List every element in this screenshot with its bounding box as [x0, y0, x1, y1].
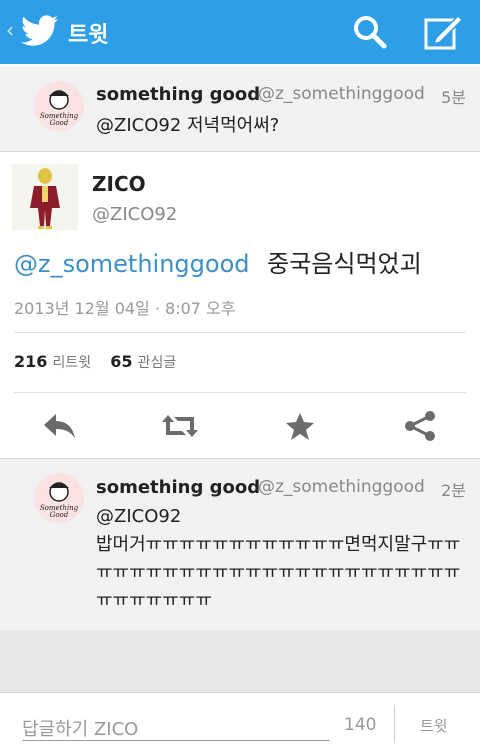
- favorite-label[interactable]: 관심글: [138, 355, 177, 371]
- author-handle: @ZICO92: [92, 204, 178, 225]
- compose-icon[interactable]: [422, 12, 464, 52]
- reply-button[interactable]: [40, 408, 80, 444]
- search-icon[interactable]: [350, 12, 390, 52]
- retweet-button[interactable]: [160, 408, 200, 444]
- author-handle: @z_somethinggood: [258, 477, 425, 497]
- divider: [14, 332, 466, 333]
- retweet-label[interactable]: 리트윗: [53, 355, 92, 371]
- character-count: 140: [344, 715, 377, 735]
- author-name[interactable]: something good: [96, 84, 260, 105]
- svg-text:Good: Good: [50, 511, 69, 519]
- tweet-time: 5분: [441, 88, 466, 107]
- tweet-stats: 216 리트윗 65 관심글: [14, 352, 190, 372]
- tweet-text: @z_somethinggood 중국음식먹었괴: [14, 244, 422, 279]
- twitter-bird-icon[interactable]: [20, 13, 60, 49]
- avatar[interactable]: Something Good: [34, 473, 84, 523]
- retweet-icon: [162, 415, 198, 437]
- star-icon: [286, 413, 314, 440]
- page-title: 트윗: [68, 23, 109, 48]
- share-icon: [405, 411, 435, 441]
- share-button[interactable]: [400, 408, 440, 444]
- tweet-body-text: 중국음식먹었괴: [267, 250, 422, 278]
- tweet-time: 2분: [441, 481, 466, 500]
- mention-link[interactable]: @z_somethinggood: [14, 250, 250, 278]
- divider: [14, 392, 466, 393]
- action-bar: [0, 404, 480, 448]
- reply-bar: 답글하기 ZICO 140 트윗: [0, 692, 480, 756]
- avatar[interactable]: [12, 164, 78, 230]
- top-app-bar: ‹ 트윗: [0, 0, 480, 64]
- tweet-send-button[interactable]: 트윗: [420, 715, 448, 736]
- favorite-button[interactable]: [280, 408, 320, 444]
- reply-icon: [44, 414, 75, 438]
- avatar-logo-icon: Something Good: [34, 473, 84, 523]
- favorite-count[interactable]: 65: [110, 352, 132, 371]
- mention-link[interactable]: @ZICO92: [96, 503, 468, 531]
- avatar[interactable]: Something Good: [34, 81, 84, 131]
- conversation-tweet-previous[interactable]: Something Good something good @z_somethi…: [0, 66, 480, 152]
- tweet-body-text: 밥머거ㅠㅠㅠㅠㅠㅠㅠㅠㅠㅠㅠㅠ면먹지말구ㅠㅠㅠㅠㅠㅠㅠㅠㅠㅠㅠㅠㅠㅠㅠㅠㅠㅠㅠㅠ…: [96, 534, 461, 611]
- back-chevron[interactable]: ‹: [6, 18, 14, 42]
- tweet-text: @ZICO92 저녁먹어써?: [96, 115, 280, 136]
- author-name[interactable]: something good: [96, 477, 260, 498]
- conversation-tweet-reply[interactable]: Something Good something good @z_somethi…: [0, 458, 480, 630]
- divider: [394, 705, 395, 743]
- avatar-logo-icon: Something Good: [34, 81, 84, 131]
- tweet-timestamp: 2013년 12월 04일 · 8:07 오후: [14, 299, 236, 318]
- author-handle: @z_somethinggood: [258, 84, 425, 104]
- avatar-figure-icon: [12, 164, 78, 230]
- reply-input[interactable]: 답글하기 ZICO: [22, 707, 330, 741]
- author-name[interactable]: ZICO: [92, 172, 146, 196]
- retweet-count[interactable]: 216: [14, 352, 47, 371]
- empty-area: [0, 630, 480, 692]
- tweet-text: @ZICO92 밥머거ㅠㅠㅠㅠㅠㅠㅠㅠㅠㅠㅠㅠ면먹지말구ㅠㅠㅠㅠㅠㅠㅠㅠㅠㅠㅠㅠ…: [96, 503, 468, 615]
- main-tweet: ZICO @ZICO92 @z_somethinggood 중국음식먹었괴 20…: [0, 152, 480, 458]
- svg-text:Good: Good: [50, 119, 69, 127]
